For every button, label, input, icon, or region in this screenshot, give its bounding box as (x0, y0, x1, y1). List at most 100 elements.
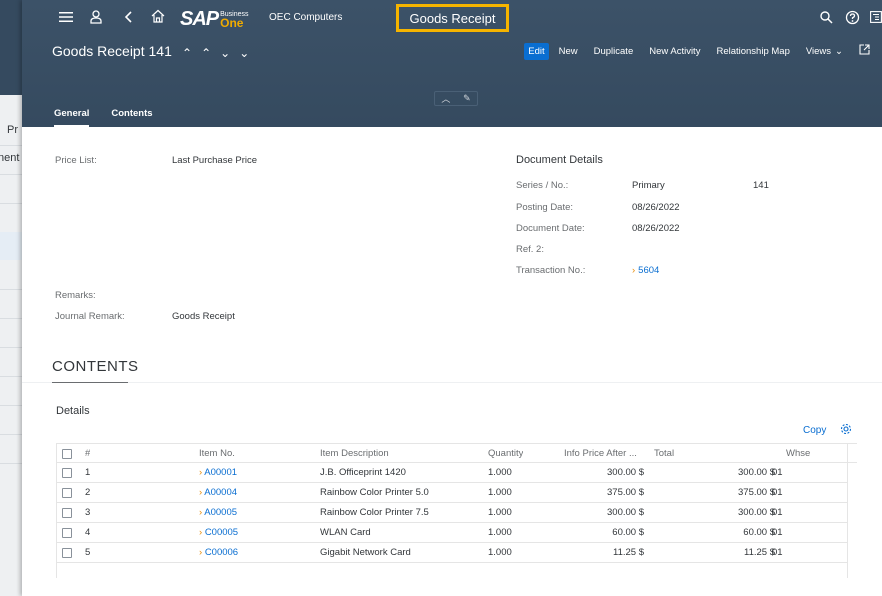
copy-button[interactable]: Copy (803, 425, 826, 436)
previous-record-icon[interactable]: ⌃ (201, 46, 220, 60)
chevron-down-icon[interactable]: ⌄ (835, 46, 843, 57)
contents-table: # Item No. Item Description Quantity Inf… (56, 443, 857, 578)
item-description: Gigabit Network Card (320, 547, 411, 558)
menu-icon[interactable] (59, 11, 73, 26)
tab-general[interactable]: General (54, 108, 90, 127)
item-description: Rainbow Color Printer 5.0 (320, 487, 429, 498)
export-icon[interactable] (859, 44, 870, 58)
document-number: 141 (753, 180, 769, 191)
record-navigation: ⌃⌃⌄⌄ (182, 46, 258, 60)
table-header: # Item No. Item Description Quantity Inf… (57, 443, 857, 464)
row-number: 5 (85, 547, 91, 558)
item-no-link[interactable]: › C00006 (199, 543, 238, 563)
next-record-icon[interactable]: ⌄ (220, 46, 239, 60)
item-no-link[interactable]: › C00005 (199, 523, 238, 543)
table-row[interactable]: 3 › A00005 Rainbow Color Printer 7.5 1.0… (57, 503, 857, 523)
row-checkbox[interactable] (62, 488, 72, 498)
background-text-2: nent (0, 152, 20, 164)
column-header-quantity[interactable]: Quantity (488, 444, 523, 464)
table-row[interactable]: 2 › A00004 Rainbow Color Printer 5.0 1.0… (57, 483, 857, 503)
row-checkbox[interactable] (62, 468, 72, 478)
total: 60.00 $ (743, 527, 775, 538)
new-activity-button[interactable]: New Activity (649, 46, 700, 57)
column-header-info-price[interactable]: Info Price After ... (564, 444, 648, 464)
header-actions: Edit New Duplicate New Activity Relation… (524, 41, 882, 61)
company-name: OEC Computers (269, 12, 343, 23)
column-header-item-description[interactable]: Item Description (320, 444, 389, 464)
table-scrollbar[interactable] (847, 463, 857, 578)
row-number: 4 (85, 527, 91, 538)
quantity: 1.000 (488, 487, 512, 498)
whse: 01 (772, 507, 783, 518)
table-row[interactable]: 4 › C00005 WLAN Card 1.000 60.00 $ 60.00… (57, 523, 857, 543)
item-description: WLAN Card (320, 527, 371, 538)
price-list-value: Last Purchase Price (172, 155, 258, 166)
info-price: 11.25 $ (613, 547, 644, 558)
transaction-no-link[interactable]: › 5604 (632, 265, 659, 276)
sap-business-one-logo: SAP Business One (180, 7, 249, 30)
home-icon[interactable] (151, 9, 165, 26)
quantity: 1.000 (488, 547, 512, 558)
item-no-link[interactable]: › A00005 (199, 503, 237, 523)
posting-date-value: 08/26/2022 (632, 202, 680, 213)
back-icon[interactable] (124, 10, 133, 27)
series-value: Primary (632, 180, 665, 191)
pin-icon[interactable]: ✎ (463, 93, 471, 104)
background-text-1: Pr (7, 124, 18, 136)
search-icon[interactable] (819, 10, 833, 27)
quantity: 1.000 (488, 467, 512, 478)
edit-button[interactable]: Edit (524, 42, 549, 60)
row-number: 2 (85, 487, 91, 498)
whse: 01 (772, 467, 783, 478)
collapse-header-icon[interactable]: ︿ (441, 92, 450, 105)
row-checkbox[interactable] (62, 508, 72, 518)
item-no-link[interactable]: › A00001 (199, 463, 237, 483)
ref2-label: Ref. 2: (516, 244, 544, 255)
row-checkbox[interactable] (62, 548, 72, 558)
gear-icon[interactable] (840, 423, 852, 438)
divider (22, 382, 882, 383)
table-row[interactable]: 5 › C00006 Gigabit Network Card 1.000 11… (57, 543, 857, 563)
info-price: 375.00 $ (607, 487, 644, 498)
views-button[interactable]: Views (806, 46, 831, 57)
whse: 01 (772, 487, 783, 498)
row-checkbox[interactable] (62, 528, 72, 538)
contents-section-title: CONTENTS (52, 358, 139, 375)
column-header-item-no[interactable]: Item No. (199, 444, 235, 464)
column-header-number: # (85, 448, 91, 459)
series-label: Series / No.: (516, 180, 569, 191)
notifications-panel-icon[interactable] (870, 11, 882, 26)
journal-remark-value: Goods Receipt (172, 311, 235, 322)
select-all-checkbox[interactable] (62, 449, 72, 459)
tab-contents[interactable]: Contents (111, 108, 152, 124)
new-button[interactable]: New (559, 46, 578, 57)
whse: 01 (772, 527, 783, 538)
link-arrow-icon: › (632, 265, 636, 276)
table-row[interactable]: 1 › A00001 J.B. Officeprint 1420 1.000 3… (57, 463, 857, 483)
relationship-map-button[interactable]: Relationship Map (716, 46, 789, 57)
document-date-label: Document Date: (516, 223, 585, 234)
remarks-label: Remarks: (55, 290, 96, 301)
section-title-underline (52, 382, 128, 383)
last-record-icon[interactable]: ⌄ (239, 46, 258, 60)
total: 375.00 $ (738, 487, 775, 498)
journal-remark-label: Journal Remark: (55, 311, 125, 322)
object-tabs: General Contents (54, 108, 175, 127)
column-header-total[interactable]: Total (654, 444, 674, 464)
object-title: Goods Receipt 141 (52, 43, 172, 59)
total: 11.25 $ (744, 547, 775, 558)
help-icon[interactable] (845, 10, 860, 28)
column-header-whse[interactable]: Whse (786, 444, 810, 464)
info-price: 300.00 $ (607, 467, 644, 478)
total: 300.00 $ (738, 507, 775, 518)
price-list-label: Price List: (55, 155, 97, 166)
posting-date-label: Posting Date: (516, 202, 574, 213)
item-no-link[interactable]: › A00004 (199, 483, 237, 503)
total: 300.00 $ (738, 467, 775, 478)
duplicate-button[interactable]: Duplicate (594, 46, 634, 57)
item-description: Rainbow Color Printer 7.5 (320, 507, 429, 518)
whse: 01 (772, 547, 783, 558)
details-title: Details (56, 405, 90, 417)
first-record-icon[interactable]: ⌃ (182, 46, 201, 60)
user-icon[interactable] (90, 10, 102, 27)
